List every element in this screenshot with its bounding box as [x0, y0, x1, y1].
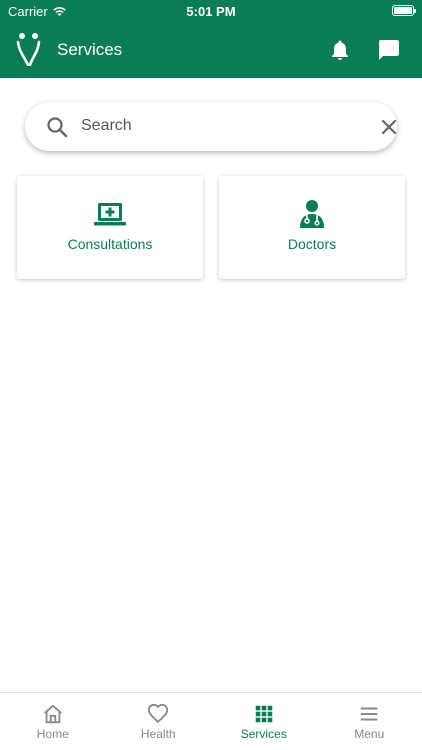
- service-label: Doctors: [287, 236, 337, 252]
- page-title: Services: [57, 40, 123, 59]
- heart-icon: [148, 703, 169, 724]
- status-bar: Carrier 5:01 PM: [0, 0, 422, 22]
- bell-icon[interactable]: [328, 38, 352, 62]
- chat-icon[interactable]: [376, 38, 402, 62]
- logo-icon[interactable]: [16, 32, 42, 66]
- tab-home[interactable]: Home: [0, 693, 106, 750]
- tab-services[interactable]: Services: [211, 693, 317, 750]
- service-card-doctors[interactable]: Doctors: [219, 176, 405, 279]
- tab-health[interactable]: Health: [106, 693, 212, 750]
- bottom-tab-bar: Home Health Services Menu: [0, 692, 422, 750]
- tab-label: Services: [240, 727, 287, 741]
- search-bar: [25, 102, 397, 151]
- home-icon: [43, 704, 62, 724]
- tab-label: Health: [140, 727, 176, 741]
- battery-icon: [392, 5, 416, 16]
- grid-icon: [255, 705, 272, 723]
- tab-menu[interactable]: Menu: [317, 693, 422, 750]
- search-input[interactable]: [81, 110, 351, 142]
- status-time: 5:01 PM: [186, 4, 236, 19]
- tab-label: Home: [36, 727, 69, 741]
- service-card-consultations[interactable]: Consultations: [17, 176, 203, 279]
- menu-icon: [361, 707, 378, 721]
- app-bar: Services: [0, 22, 422, 78]
- laptop-plus-icon: [94, 203, 126, 226]
- search-icon: [47, 117, 68, 138]
- tab-label: Menu: [354, 727, 385, 741]
- doctor-icon: [300, 200, 324, 228]
- close-icon[interactable]: [377, 115, 401, 139]
- service-label: Consultations: [67, 236, 153, 252]
